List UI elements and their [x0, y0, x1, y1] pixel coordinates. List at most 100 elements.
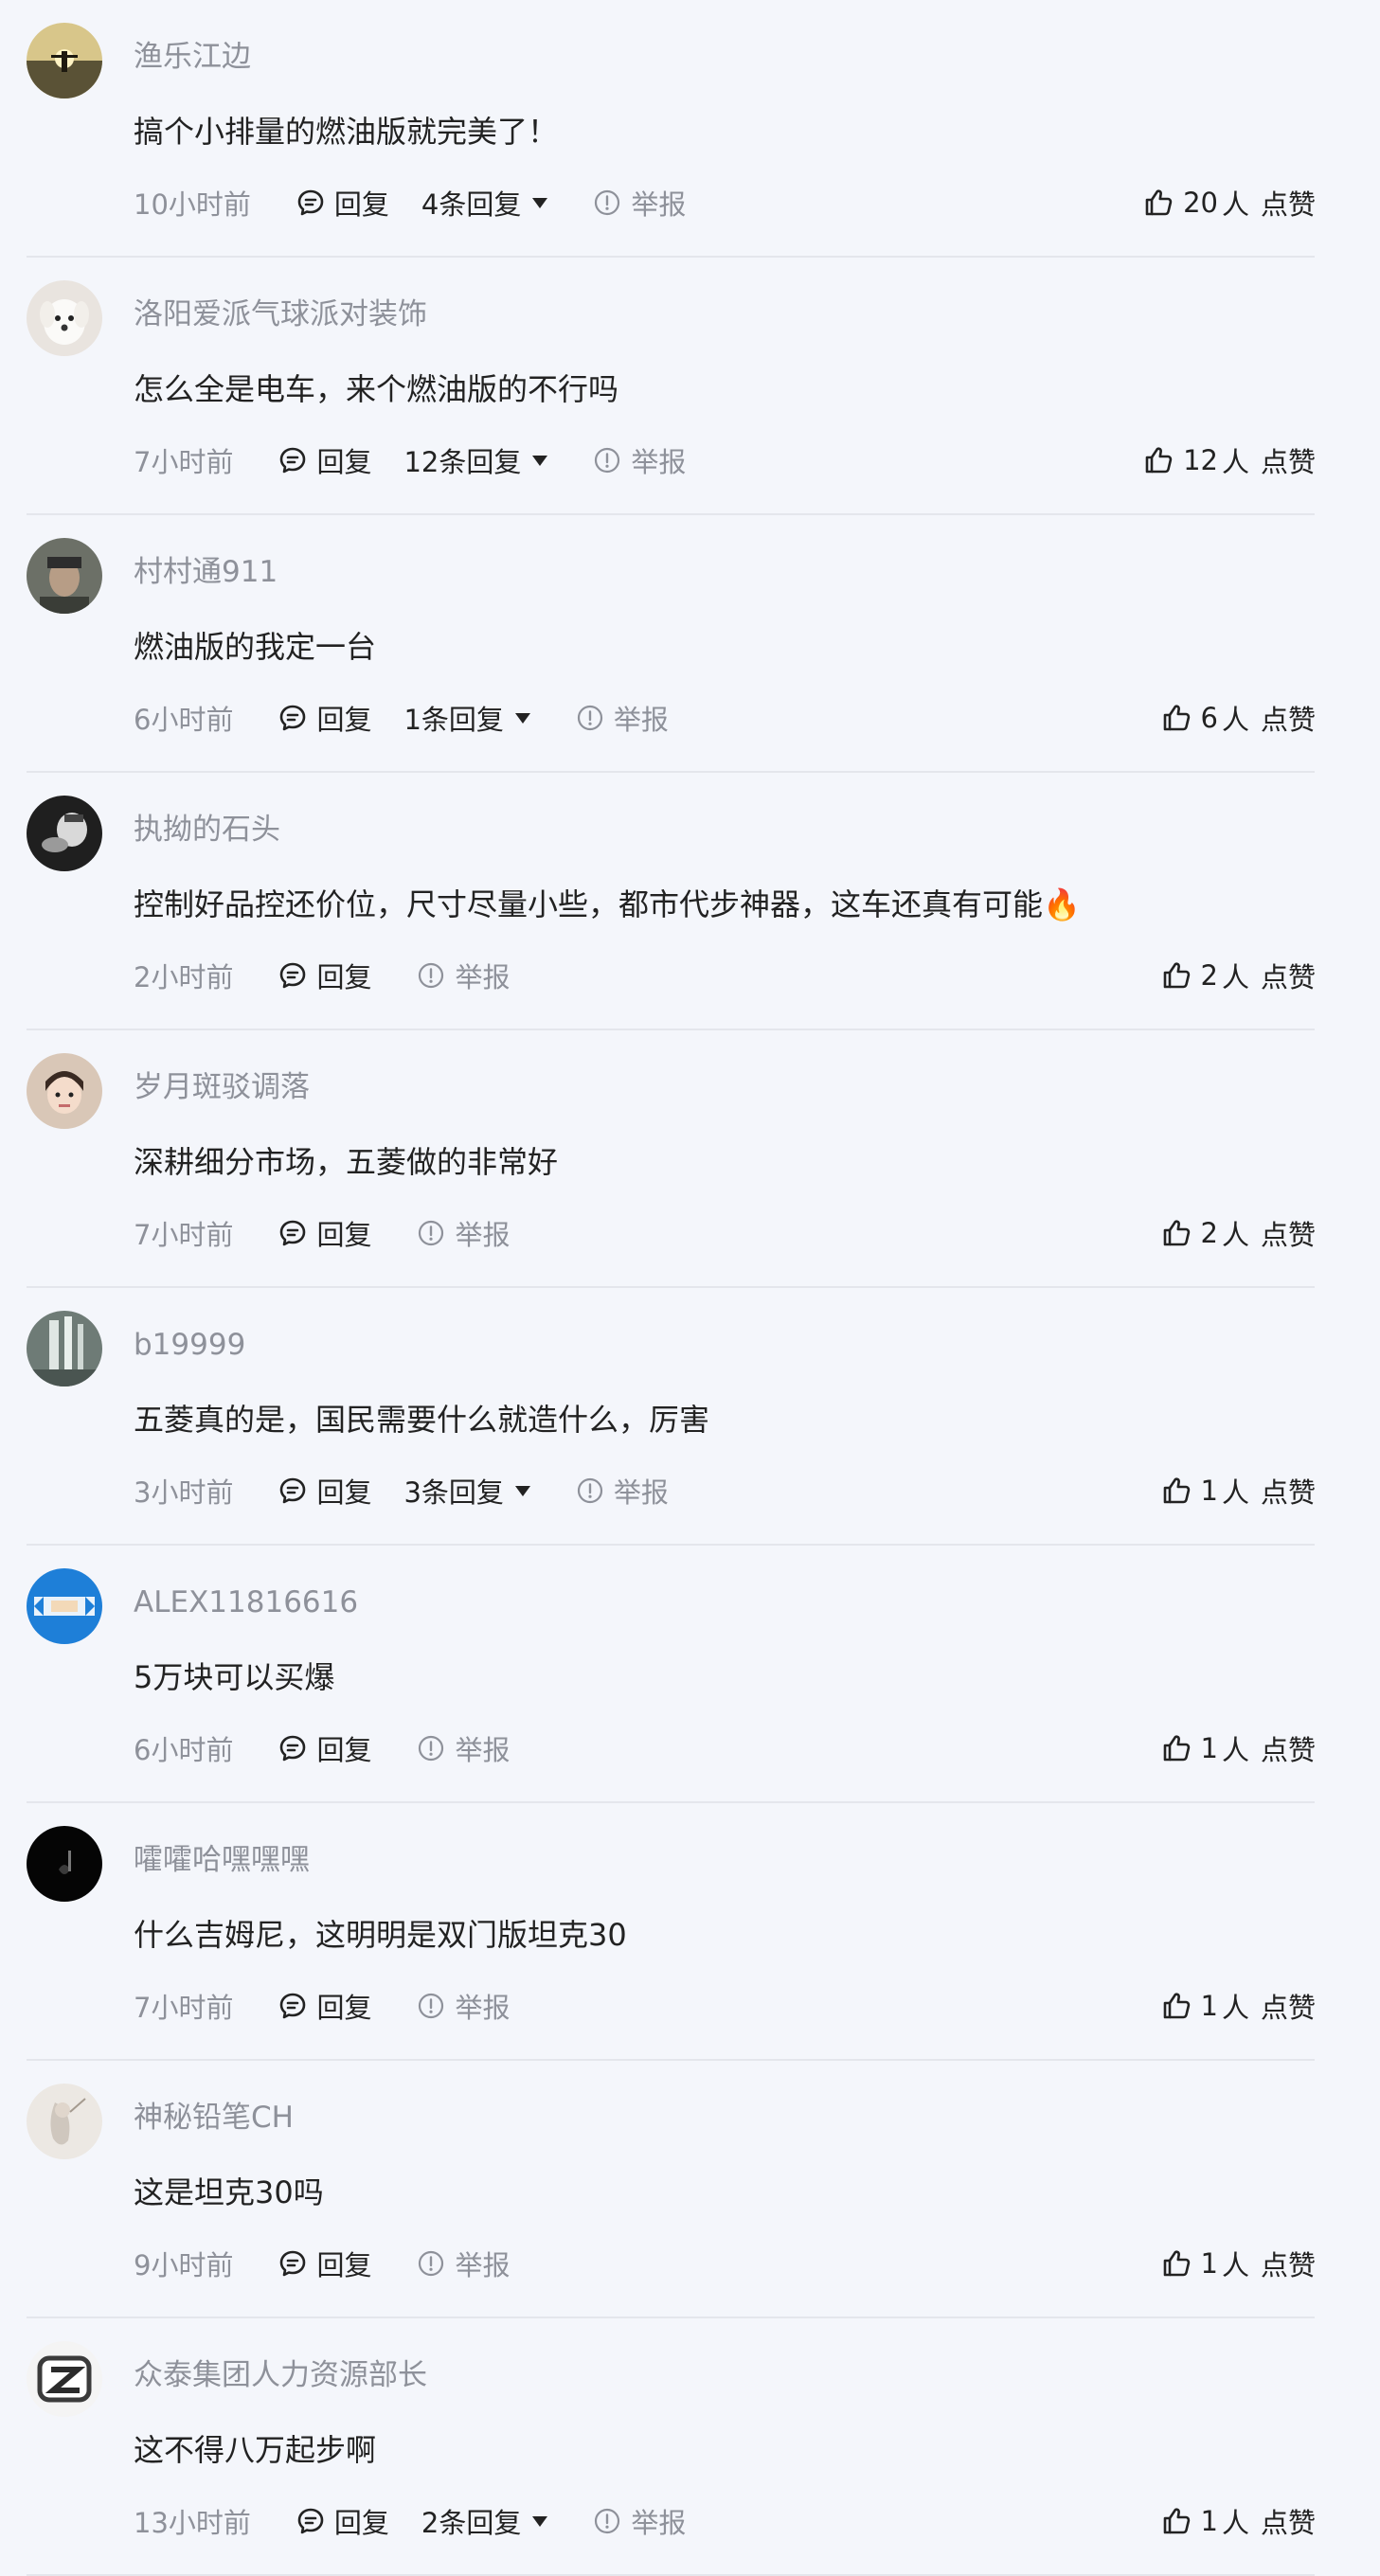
report-icon: [576, 1476, 604, 1505]
like-unit: 人: [1221, 961, 1249, 993]
caret-down-icon: [514, 1485, 530, 1496]
username[interactable]: 嚯嚯哈嘿嘿嘿: [134, 1841, 310, 1879]
comment-time: 6小时前: [134, 1734, 234, 1766]
comment-actions: 7小时前 回复 举报 2 人 点赞: [134, 1214, 1316, 1252]
report-button[interactable]: 举报: [593, 183, 686, 223]
reply-button[interactable]: 回复: [278, 956, 371, 995]
report-button[interactable]: 举报: [576, 698, 669, 738]
reply-icon: [278, 1734, 307, 1762]
like-button[interactable]: 2 人 点赞: [1161, 1213, 1316, 1253]
comment-actions: 13小时前 回复 2条回复 举报 1 人 点赞: [134, 2502, 1316, 2540]
user-avatar[interactable]: [27, 538, 102, 614]
reply-button[interactable]: 回复: [296, 183, 389, 223]
reply-label: 回复: [316, 1992, 372, 2024]
report-button[interactable]: 举报: [417, 2244, 510, 2283]
username[interactable]: 渔乐江边: [134, 38, 251, 76]
like-label: 点赞: [1260, 2507, 1316, 2539]
reply-button[interactable]: 回复: [278, 440, 371, 480]
reply-button[interactable]: 回复: [278, 1728, 371, 1768]
report-label: 举报: [455, 961, 511, 993]
like-unit: 人: [1221, 1734, 1249, 1766]
reply-button[interactable]: 回复: [278, 1213, 371, 1253]
reply-button[interactable]: 回复: [278, 1986, 371, 2026]
like-label: 点赞: [1260, 188, 1316, 221]
comment-actions: 7小时前 回复 12条回复 举报 12 人 点赞: [134, 441, 1316, 479]
reply-button[interactable]: 回复: [278, 2244, 371, 2283]
view-replies-button[interactable]: 2条回复: [421, 2501, 548, 2541]
report-button[interactable]: 举报: [576, 1471, 669, 1511]
report-button[interactable]: 举报: [417, 1213, 510, 1253]
view-replies-button[interactable]: 4条回复: [421, 183, 548, 223]
thumbs-up-icon: [1161, 1733, 1192, 1763]
report-label: 举报: [631, 2507, 687, 2539]
user-avatar[interactable]: [27, 1053, 102, 1129]
like-count: 1: [1200, 1475, 1218, 1507]
comment-time: 10小时前: [134, 188, 251, 221]
user-avatar[interactable]: [27, 1311, 102, 1386]
comment-actions: 7小时前 回复 举报 1 人 点赞: [134, 1987, 1316, 2025]
like-button[interactable]: 1 人 点赞: [1161, 1471, 1316, 1511]
report-label: 举报: [455, 1992, 511, 2024]
comment-text: 什么吉姆尼，这明明是双门版坦克30: [134, 1917, 627, 1953]
view-replies-button[interactable]: 3条回复: [403, 1471, 530, 1511]
report-icon: [417, 1734, 445, 1762]
comment-item: 村村通911 燃油版的我定一台 6小时前 回复 1条回复 举报 6 人 点赞: [0, 515, 1380, 773]
username[interactable]: 众泰集团人力资源部长: [134, 2356, 427, 2394]
view-replies-button[interactable]: 12条回复: [403, 440, 548, 480]
reply-button[interactable]: 回复: [278, 1471, 371, 1511]
username[interactable]: b19999: [134, 1326, 245, 1364]
caret-down-icon: [532, 2515, 548, 2527]
user-avatar[interactable]: [27, 2341, 102, 2417]
username[interactable]: 村村通911: [134, 553, 278, 591]
report-button[interactable]: 举报: [593, 2501, 686, 2541]
like-button[interactable]: 2 人 点赞: [1161, 956, 1316, 995]
comment-item: 嚯嚯哈嘿嘿嘿 什么吉姆尼，这明明是双门版坦克30 7小时前 回复 举报 1 人 …: [0, 1803, 1380, 2061]
like-button[interactable]: 20 人 点赞: [1143, 183, 1316, 223]
comment-text: 5万块可以买爆: [134, 1659, 335, 1695]
username[interactable]: 执拗的石头: [134, 811, 280, 849]
replies-count: 1条回复: [403, 704, 504, 736]
view-replies-button[interactable]: 1条回复: [403, 698, 530, 738]
like-button[interactable]: 6 人 点赞: [1161, 698, 1316, 738]
report-icon: [417, 2249, 445, 2278]
username[interactable]: 神秘铅笔CH: [134, 2099, 294, 2137]
like-label: 点赞: [1260, 961, 1316, 993]
report-label: 举报: [613, 704, 669, 736]
report-button[interactable]: 举报: [417, 1728, 510, 1768]
reply-label: 回复: [316, 704, 372, 736]
report-button[interactable]: 举报: [593, 440, 686, 480]
comment-actions: 10小时前 回复 4条回复 举报 20 人 点赞: [134, 184, 1316, 222]
thumbs-up-icon: [1161, 2506, 1192, 2536]
reply-label: 回复: [333, 188, 389, 221]
reply-button[interactable]: 回复: [296, 2501, 389, 2541]
user-avatar[interactable]: [27, 23, 102, 98]
reply-button[interactable]: 回复: [278, 698, 371, 738]
report-button[interactable]: 举报: [417, 956, 510, 995]
user-avatar[interactable]: [27, 1568, 102, 1644]
user-avatar[interactable]: [27, 280, 102, 356]
comment-time: 7小时前: [134, 446, 234, 478]
like-button[interactable]: 1 人 点赞: [1161, 1728, 1316, 1768]
thumbs-up-icon: [1161, 2248, 1192, 2279]
report-button[interactable]: 举报: [417, 1986, 510, 2026]
like-unit: 人: [1221, 1219, 1249, 1251]
comment-time: 7小时前: [134, 1219, 234, 1251]
user-avatar[interactable]: [27, 1826, 102, 1902]
replies-count: 3条回复: [403, 1476, 504, 1509]
username[interactable]: ALEX11816616: [134, 1583, 358, 1621]
like-button[interactable]: 1 人 点赞: [1161, 2244, 1316, 2283]
comment-time: 9小时前: [134, 2249, 234, 2281]
user-avatar[interactable]: [27, 2084, 102, 2159]
like-button[interactable]: 12 人 点赞: [1143, 440, 1316, 480]
like-button[interactable]: 1 人 点赞: [1161, 2501, 1316, 2541]
like-button[interactable]: 1 人 点赞: [1161, 1986, 1316, 2026]
username[interactable]: 岁月斑驳调落: [134, 1068, 310, 1106]
report-icon: [593, 188, 621, 217]
like-unit: 人: [1221, 188, 1249, 221]
replies-count: 4条回复: [421, 188, 522, 221]
like-label: 点赞: [1260, 1734, 1316, 1766]
comment-text: 五菱真的是，国民需要什么就造什么，厉害: [134, 1402, 710, 1438]
user-avatar[interactable]: [27, 796, 102, 871]
username[interactable]: 洛阳爱派气球派对装饰: [134, 295, 427, 333]
like-count: 2: [1200, 959, 1218, 992]
